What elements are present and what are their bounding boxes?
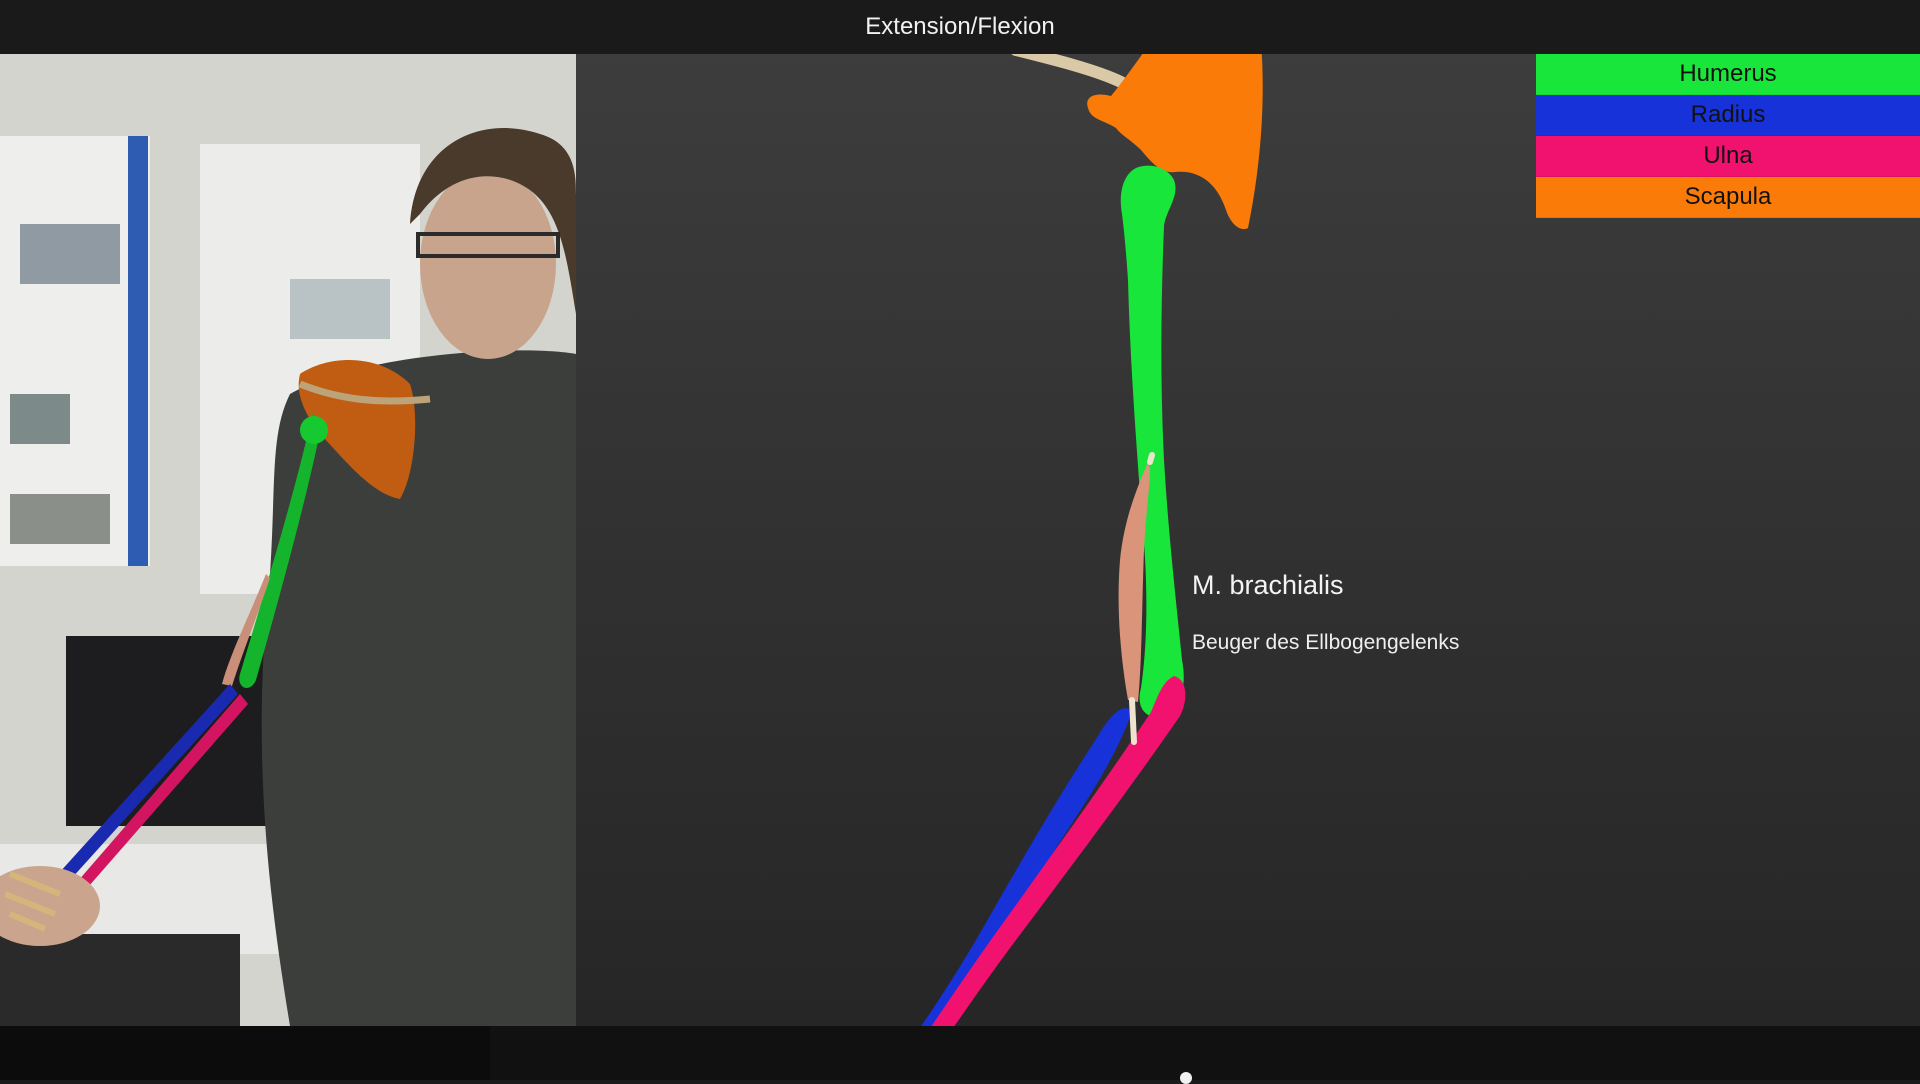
legend-item-humerus[interactable]: Humerus [1536,54,1920,95]
muscle-label-description: Beuger des Ellbogengelenks [1192,631,1460,654]
page-title: Extension/Flexion [865,13,1055,40]
poster-left-photo-1 [20,224,120,284]
bone-legend: Humerus Radius Ulna Scapula [1536,54,1920,218]
radius-bone [921,708,1132,1026]
legend-item-scapula[interactable]: Scapula [1536,177,1920,218]
page-indicator-dot[interactable] [1180,1072,1192,1084]
top-bar: Extension/Flexion [0,0,1920,54]
bottom-bar-left [0,1026,490,1080]
bottom-bar [0,1026,1920,1080]
chair [0,934,240,1026]
poster-left-photo-3 [10,494,110,544]
poster-left-photo-2 [10,394,70,444]
person-head [420,169,556,359]
poster-middle-graphic [290,279,390,339]
muscle-label-title: M. brachialis [1192,570,1344,600]
camera-feed-panel [0,54,576,1026]
ar-humerus-head [300,416,328,444]
legend-item-radius[interactable]: Radius [1536,95,1920,136]
poster-left-border [128,136,148,566]
legend-item-ulna[interactable]: Ulna [1536,136,1920,177]
